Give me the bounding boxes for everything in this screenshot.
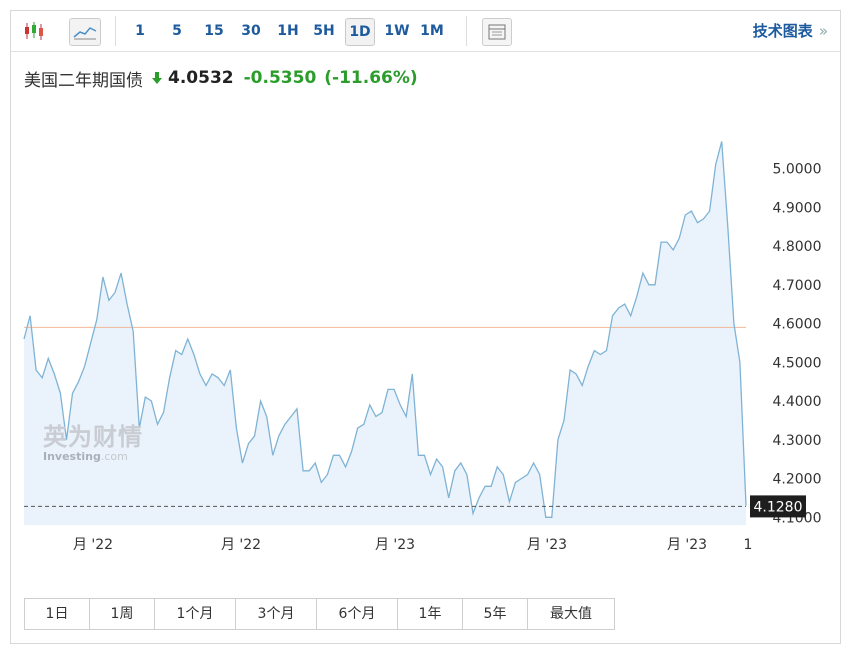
range-button-4[interactable]: 6个月 — [317, 599, 398, 629]
watermark-domain: .com — [100, 450, 128, 463]
y-tick-label: 4.7000 — [773, 278, 822, 294]
range-button-2[interactable]: 1个月 — [155, 599, 236, 629]
chart-widget: 1 5 15 30 1H 5H 1D 1W 1M 技术图表» 美国二年期国债 4.0532 -0… — [10, 10, 841, 644]
y-tick-label: 5.0000 — [773, 162, 822, 178]
y-tick-label: 4.2000 — [773, 472, 822, 488]
y-tick-label: 4.3000 — [773, 433, 822, 449]
price-chart[interactable]: 5.0000 4.9000 4.8000 4.7000 4.6000 4.5000 4.40… — [11, 11, 840, 591]
x-tick-label: 月 '23 — [667, 537, 707, 553]
x-tick-label: 月 '22 — [73, 537, 113, 553]
range-button-3[interactable]: 3个月 — [236, 599, 317, 629]
range-button-6[interactable]: 5年 — [463, 599, 528, 629]
current-price-label: 4.1280 — [754, 499, 803, 515]
range-button-7[interactable]: 最大值 — [528, 599, 614, 629]
y-tick-label: 4.8000 — [773, 239, 822, 255]
range-button-0[interactable]: 1日 — [25, 599, 90, 629]
y-tick-label: 4.6000 — [773, 317, 822, 333]
watermark-en-name: Investing — [43, 450, 101, 463]
price-area-fill — [24, 141, 746, 525]
watermark-cn: 英为财情 — [43, 423, 143, 451]
time-range-selector: 1日 1周 1个月 3个月 6个月 1年 5年 最大值 — [24, 598, 615, 630]
x-tick-label: 月 '23 — [527, 537, 567, 553]
range-button-1[interactable]: 1周 — [90, 599, 155, 629]
y-tick-label: 4.4000 — [773, 394, 822, 410]
x-tick-label: 月 '23 — [375, 537, 415, 553]
investing-logo: 英为财情 Investing.com — [43, 417, 143, 463]
range-button-5[interactable]: 1年 — [398, 599, 463, 629]
y-tick-label: 4.9000 — [773, 200, 822, 216]
x-tick-label: 月 '22 — [221, 537, 261, 553]
y-tick-label: 4.5000 — [773, 355, 822, 371]
x-tick-label: 1 — [744, 537, 753, 553]
